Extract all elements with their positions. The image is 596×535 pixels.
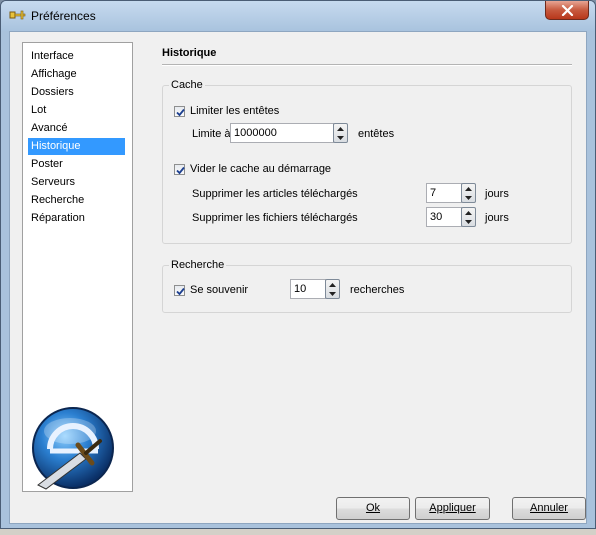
clear-cache-checkbox[interactable] [174, 164, 185, 175]
remember-count-spinner[interactable] [325, 279, 340, 299]
sidebar-item-serveurs[interactable]: Serveurs [28, 174, 125, 191]
arrow-up-icon [337, 127, 344, 131]
search-group-label: Recherche [169, 259, 227, 271]
sidebar-item-affichage[interactable]: Affichage [28, 66, 125, 83]
arrow-down-icon [465, 220, 472, 224]
delete-files-days-input[interactable]: 30 [426, 207, 462, 227]
cache-group: Cache Limiter les entêtes Limite à 10000… [162, 79, 572, 244]
delete-articles-unit: jours [485, 188, 509, 200]
arrow-down-icon [329, 292, 336, 296]
delete-articles-days-input[interactable]: 7 [426, 183, 462, 203]
sidebar-item-avance[interactable]: Avancé [28, 120, 125, 137]
limit-headers-label: Limiter les entêtes [190, 105, 280, 117]
clear-cache-label: Vider le cache au démarrage [190, 163, 332, 175]
checkmark-icon [176, 108, 185, 117]
window-title: Préférences [31, 9, 96, 23]
close-button[interactable] [545, 1, 589, 20]
arrow-up-icon [465, 187, 472, 191]
sidebar-item-recherche[interactable]: Recherche [28, 192, 125, 209]
title-bar: Préférences [1, 1, 595, 31]
sidebar-item-interface[interactable]: Interface [28, 48, 125, 65]
cancel-button-label: Annuler [530, 502, 568, 514]
delete-files-spinner[interactable] [461, 207, 476, 227]
cache-group-label: Cache [169, 79, 205, 91]
title-divider [162, 64, 572, 66]
limit-value-spinner[interactable] [333, 123, 348, 143]
category-list[interactable]: Interface Affichage Dossiers Lot Avancé … [22, 42, 133, 492]
sidebar-item-poster[interactable]: Poster [28, 156, 125, 173]
remember-count-unit: recherches [350, 284, 405, 296]
limit-label: Limite à [192, 128, 231, 140]
search-group: Recherche Se souvenir 10 recherches [162, 259, 572, 313]
arrow-up-icon [329, 283, 336, 287]
delete-articles-label: Supprimer les articles téléchargés [192, 188, 358, 200]
remember-searches-checkbox[interactable] [174, 285, 185, 296]
ok-button-label: Ok [365, 502, 381, 514]
sidebar-item-dossiers[interactable]: Dossiers [28, 84, 125, 101]
limit-unit-label: entêtes [358, 128, 395, 140]
cancel-button[interactable]: Annuler [512, 497, 586, 520]
sidebar-item-lot[interactable]: Lot [28, 102, 125, 119]
arrow-down-icon [337, 136, 344, 140]
delete-files-unit: jours [485, 212, 509, 224]
checkmark-icon [176, 287, 185, 296]
limit-value-input[interactable]: 1000000 [230, 123, 334, 143]
close-icon [561, 5, 574, 16]
remember-searches-label: Se souvenir [190, 284, 249, 296]
remember-count-input[interactable]: 10 [290, 279, 326, 299]
app-key-icon [9, 10, 26, 20]
ok-button[interactable]: Ok [336, 497, 410, 520]
apply-button-label: Appliquer [429, 502, 476, 514]
background-statusbar [0, 529, 596, 535]
checkmark-icon [176, 166, 185, 175]
sidebar-item-reparation[interactable]: Réparation [28, 210, 125, 227]
arrow-up-icon [465, 211, 472, 215]
apply-button[interactable]: Appliquer [415, 497, 490, 520]
preferences-window: Préférences Interface Affichage Dossiers… [0, 0, 596, 529]
delete-articles-spinner[interactable] [461, 183, 476, 203]
sword-logo-icon [32, 407, 114, 490]
delete-files-label: Supprimer les fichiers téléchargés [192, 212, 358, 224]
limit-headers-checkbox[interactable] [174, 106, 185, 117]
arrow-down-icon [465, 196, 472, 200]
page-title: Historique [162, 47, 217, 59]
dialog-client-area: Interface Affichage Dossiers Lot Avancé … [9, 31, 587, 524]
sidebar-item-historique[interactable]: Historique [28, 138, 125, 155]
